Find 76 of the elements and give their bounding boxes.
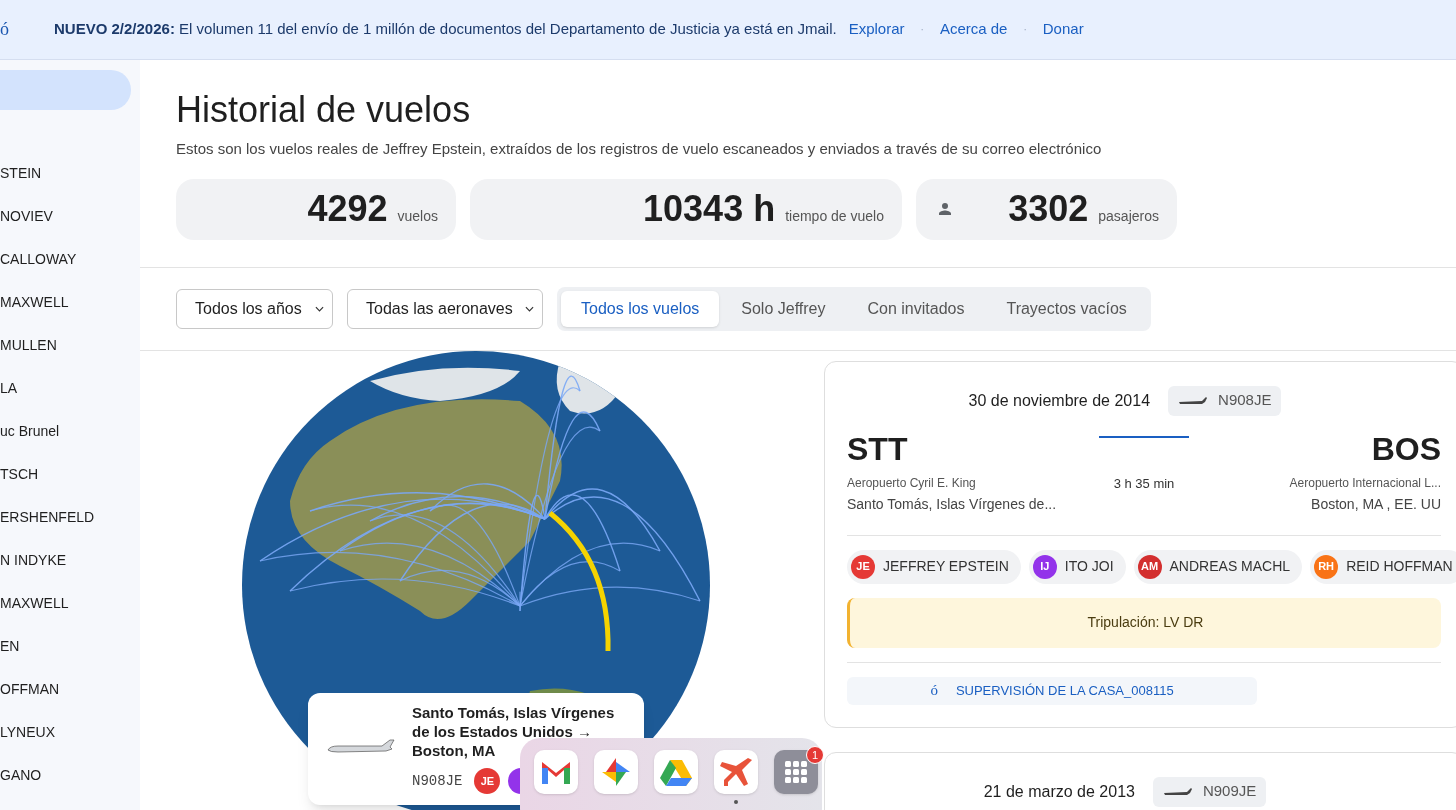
- source-document-link[interactable]: ó SUPERVISIÓN DE LA CASA_008115: [847, 676, 1257, 705]
- stat-value: 3302: [1008, 187, 1089, 231]
- separator-dot: ·: [1022, 23, 1028, 37]
- city-name: Santo Tomás, Islas Vírgenes de...: [847, 494, 1058, 514]
- document-icon: ó: [930, 679, 938, 702]
- aircraft-tag: N908JE: [1168, 385, 1282, 416]
- stat-label: tiempo de vuelo: [785, 207, 884, 226]
- stat-value: 10343 h: [643, 187, 776, 231]
- page-subtitle: Estos son los vuelos reales de Jeffrey Epstein, extraídos de los registros de vuelo escaneados y enviados a través de su correo electrónico: [176, 139, 1103, 159]
- passenger-name: REID HOFFMAN: [1346, 557, 1453, 576]
- filter-dropdown[interactable]: Todos los años: [176, 288, 333, 329]
- sidebar-item[interactable]: MAXWELL: [0, 293, 140, 311]
- sidebar-item[interactable]: ERSHENFELD: [0, 508, 140, 526]
- sidebar-item[interactable]: uc Brunel: [0, 422, 140, 440]
- sidebar-item[interactable]: LA: [0, 379, 140, 397]
- dock-app-button[interactable]: [714, 750, 758, 794]
- avatar: JE: [851, 554, 875, 579]
- sidebar-item[interactable]: MAXWELL: [0, 594, 140, 612]
- stat-label: pasajeros: [1098, 207, 1159, 226]
- sidebar-item[interactable]: STEIN: [0, 164, 140, 182]
- route-title: Santo Tomás, Islas Vírgenes de los Estados Unidos → Boston, MA: [412, 703, 616, 760]
- stat-value: 4292: [307, 187, 388, 231]
- stat-label: vuelos: [397, 207, 438, 226]
- sidebar-item[interactable]: OFFMAN: [0, 680, 140, 698]
- airport-name: Aeropuerto Internacional L...: [1289, 474, 1441, 492]
- crew-banner: Tripulación: LV DR: [847, 597, 1441, 648]
- sidebar-item[interactable]: EN: [0, 637, 140, 655]
- notification-badge: 1: [806, 746, 824, 764]
- aircraft-tag: N909JE: [1152, 776, 1267, 807]
- flight-date: 30 de noviembre de 2014: [968, 390, 1151, 411]
- airport-name: Aeropuerto Cyril E. King: [847, 474, 977, 492]
- separator-dot: ·: [919, 23, 925, 37]
- chevron-down-icon: [525, 305, 534, 312]
- dock-app-button[interactable]: [534, 750, 578, 794]
- passenger-chip[interactable]: AM ANDREAS MACHL: [1133, 549, 1303, 584]
- flight-card[interactable]: [824, 360, 1456, 728]
- avatar: AM: [1137, 554, 1162, 579]
- avatar: RH: [1314, 554, 1339, 579]
- sidebar-item[interactable]: MULLEN: [0, 336, 140, 354]
- banner-link[interactable]: Acerca de: [935, 18, 1012, 41]
- dock-app-button[interactable]: [654, 750, 698, 794]
- airplane-icon: [1178, 395, 1209, 406]
- banner-icon: ó: [0, 16, 46, 43]
- sidebar-item[interactable]: CALLOWAY: [0, 250, 140, 268]
- passenger-chip[interactable]: RH REID HOFFMAN: [1310, 549, 1456, 584]
- banner-link[interactable]: Explorar: [844, 18, 909, 41]
- avatar: IJ: [1032, 554, 1057, 579]
- airplane-icon: [1162, 786, 1193, 797]
- passenger-name: ITO JOI: [1064, 557, 1114, 576]
- banner-link[interactable]: Donar: [1038, 18, 1088, 41]
- announcement-text: NUEVO 2/2/2026: El volumen 11 del envío de 1 millón de documentos del Departamento de Justicia ya está en Jmail.: [54, 19, 837, 40]
- filter-dropdown[interactable]: Todas las aeronaves: [347, 288, 543, 329]
- airport-code: BOS: [1371, 429, 1441, 468]
- dock-app-button[interactable]: [774, 750, 818, 794]
- sidebar-item[interactable]: N INDYKE: [0, 551, 140, 569]
- filter-tab[interactable]: Con invitados: [847, 290, 985, 327]
- passenger-chip[interactable]: JE JEFFREY EPSTEIN: [847, 549, 1021, 584]
- sidebar-item[interactable]: TSCH: [0, 465, 140, 483]
- flight-date: 21 de marzo de 2013: [983, 781, 1135, 802]
- avatar: JE: [474, 768, 501, 794]
- sidebar-item[interactable]: GANO: [0, 766, 140, 784]
- chevron-down-icon: [315, 305, 324, 312]
- filter-tab[interactable]: Todos los vuelos: [561, 290, 720, 327]
- passenger-chip[interactable]: IJ ITO JOI: [1028, 549, 1126, 584]
- registration-text: N908JE: [412, 771, 463, 791]
- sidebar-item[interactable]: LYNEUX: [0, 723, 140, 741]
- passenger-name: JEFFREY EPSTEIN: [883, 557, 1009, 576]
- airport-code: STT: [847, 429, 909, 468]
- passenger-name: ANDREAS MACHL: [1169, 557, 1291, 576]
- filter-tab[interactable]: Solo Jeffrey: [721, 290, 846, 327]
- filter-tab[interactable]: Trayectos vacíos: [986, 290, 1147, 327]
- dock-app-button[interactable]: [594, 750, 638, 794]
- page-title: Historial de vuelos: [176, 88, 472, 132]
- flight-duration: 3 h 35 min: [1113, 474, 1175, 493]
- sidebar-item[interactable]: NOVIEV: [0, 207, 140, 225]
- city-name: Boston, MA , EE. UU: [1311, 494, 1441, 514]
